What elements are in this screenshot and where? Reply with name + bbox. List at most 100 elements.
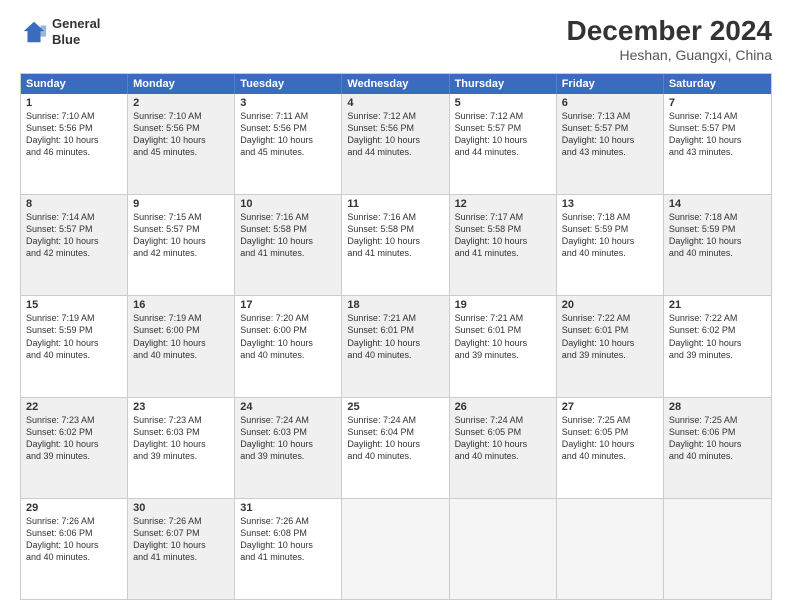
- cell-info: Sunrise: 7:26 AMSunset: 6:06 PMDaylight:…: [26, 515, 122, 564]
- header-day-saturday: Saturday: [664, 74, 771, 94]
- cal-cell-empty: [664, 499, 771, 599]
- cal-cell-13: 13Sunrise: 7:18 AMSunset: 5:59 PMDayligh…: [557, 195, 664, 295]
- cell-info: Sunrise: 7:11 AMSunset: 5:56 PMDaylight:…: [240, 110, 336, 159]
- cell-info: Sunrise: 7:22 AMSunset: 6:01 PMDaylight:…: [562, 312, 658, 361]
- calendar-body: 1Sunrise: 7:10 AMSunset: 5:56 PMDaylight…: [21, 94, 771, 599]
- logo-line2: Blue: [52, 32, 100, 48]
- cell-info: Sunrise: 7:15 AMSunset: 5:57 PMDaylight:…: [133, 211, 229, 260]
- cal-cell-empty: [342, 499, 449, 599]
- day-number: 27: [562, 401, 658, 413]
- logo-text: General Blue: [52, 16, 100, 47]
- calendar-row-4: 29Sunrise: 7:26 AMSunset: 6:06 PMDayligh…: [21, 498, 771, 599]
- cal-cell-15: 15Sunrise: 7:19 AMSunset: 5:59 PMDayligh…: [21, 296, 128, 396]
- cell-info: Sunrise: 7:13 AMSunset: 5:57 PMDaylight:…: [562, 110, 658, 159]
- cell-info: Sunrise: 7:24 AMSunset: 6:03 PMDaylight:…: [240, 414, 336, 463]
- day-number: 21: [669, 299, 766, 311]
- day-number: 22: [26, 401, 122, 413]
- logo: General Blue: [20, 16, 100, 47]
- cell-info: Sunrise: 7:12 AMSunset: 5:57 PMDaylight:…: [455, 110, 551, 159]
- month-title: December 2024: [567, 16, 772, 47]
- day-number: 10: [240, 198, 336, 210]
- day-number: 31: [240, 502, 336, 514]
- cal-cell-11: 11Sunrise: 7:16 AMSunset: 5:58 PMDayligh…: [342, 195, 449, 295]
- cell-info: Sunrise: 7:14 AMSunset: 5:57 PMDaylight:…: [26, 211, 122, 260]
- header-day-tuesday: Tuesday: [235, 74, 342, 94]
- day-number: 2: [133, 97, 229, 109]
- cell-info: Sunrise: 7:16 AMSunset: 5:58 PMDaylight:…: [240, 211, 336, 260]
- cal-cell-8: 8Sunrise: 7:14 AMSunset: 5:57 PMDaylight…: [21, 195, 128, 295]
- cell-info: Sunrise: 7:21 AMSunset: 6:01 PMDaylight:…: [455, 312, 551, 361]
- day-number: 14: [669, 198, 766, 210]
- title-block: December 2024 Heshan, Guangxi, China: [567, 16, 772, 63]
- cell-info: Sunrise: 7:14 AMSunset: 5:57 PMDaylight:…: [669, 110, 766, 159]
- cal-cell-28: 28Sunrise: 7:25 AMSunset: 6:06 PMDayligh…: [664, 398, 771, 498]
- cal-cell-2: 2Sunrise: 7:10 AMSunset: 5:56 PMDaylight…: [128, 94, 235, 194]
- header-day-friday: Friday: [557, 74, 664, 94]
- cell-info: Sunrise: 7:22 AMSunset: 6:02 PMDaylight:…: [669, 312, 766, 361]
- day-number: 28: [669, 401, 766, 413]
- day-number: 7: [669, 97, 766, 109]
- cell-info: Sunrise: 7:25 AMSunset: 6:06 PMDaylight:…: [669, 414, 766, 463]
- cell-info: Sunrise: 7:16 AMSunset: 5:58 PMDaylight:…: [347, 211, 443, 260]
- day-number: 24: [240, 401, 336, 413]
- day-number: 13: [562, 198, 658, 210]
- cal-cell-7: 7Sunrise: 7:14 AMSunset: 5:57 PMDaylight…: [664, 94, 771, 194]
- cal-cell-12: 12Sunrise: 7:17 AMSunset: 5:58 PMDayligh…: [450, 195, 557, 295]
- cal-cell-9: 9Sunrise: 7:15 AMSunset: 5:57 PMDaylight…: [128, 195, 235, 295]
- header: General Blue December 2024 Heshan, Guang…: [20, 16, 772, 63]
- cal-cell-16: 16Sunrise: 7:19 AMSunset: 6:00 PMDayligh…: [128, 296, 235, 396]
- cal-cell-6: 6Sunrise: 7:13 AMSunset: 5:57 PMDaylight…: [557, 94, 664, 194]
- cal-cell-19: 19Sunrise: 7:21 AMSunset: 6:01 PMDayligh…: [450, 296, 557, 396]
- cal-cell-4: 4Sunrise: 7:12 AMSunset: 5:56 PMDaylight…: [342, 94, 449, 194]
- day-number: 4: [347, 97, 443, 109]
- cal-cell-14: 14Sunrise: 7:18 AMSunset: 5:59 PMDayligh…: [664, 195, 771, 295]
- day-number: 26: [455, 401, 551, 413]
- day-number: 29: [26, 502, 122, 514]
- calendar-row-0: 1Sunrise: 7:10 AMSunset: 5:56 PMDaylight…: [21, 94, 771, 194]
- cal-cell-empty: [450, 499, 557, 599]
- page: General Blue December 2024 Heshan, Guang…: [0, 0, 792, 612]
- cal-cell-29: 29Sunrise: 7:26 AMSunset: 6:06 PMDayligh…: [21, 499, 128, 599]
- logo-line1: General: [52, 16, 100, 32]
- cell-info: Sunrise: 7:20 AMSunset: 6:00 PMDaylight:…: [240, 312, 336, 361]
- cell-info: Sunrise: 7:23 AMSunset: 6:02 PMDaylight:…: [26, 414, 122, 463]
- logo-icon: [20, 18, 48, 46]
- day-number: 19: [455, 299, 551, 311]
- cal-cell-27: 27Sunrise: 7:25 AMSunset: 6:05 PMDayligh…: [557, 398, 664, 498]
- cell-info: Sunrise: 7:21 AMSunset: 6:01 PMDaylight:…: [347, 312, 443, 361]
- cal-cell-20: 20Sunrise: 7:22 AMSunset: 6:01 PMDayligh…: [557, 296, 664, 396]
- cell-info: Sunrise: 7:19 AMSunset: 5:59 PMDaylight:…: [26, 312, 122, 361]
- cal-cell-3: 3Sunrise: 7:11 AMSunset: 5:56 PMDaylight…: [235, 94, 342, 194]
- cal-cell-30: 30Sunrise: 7:26 AMSunset: 6:07 PMDayligh…: [128, 499, 235, 599]
- day-number: 23: [133, 401, 229, 413]
- calendar-row-2: 15Sunrise: 7:19 AMSunset: 5:59 PMDayligh…: [21, 295, 771, 396]
- cal-cell-22: 22Sunrise: 7:23 AMSunset: 6:02 PMDayligh…: [21, 398, 128, 498]
- cal-cell-18: 18Sunrise: 7:21 AMSunset: 6:01 PMDayligh…: [342, 296, 449, 396]
- cell-info: Sunrise: 7:12 AMSunset: 5:56 PMDaylight:…: [347, 110, 443, 159]
- cell-info: Sunrise: 7:25 AMSunset: 6:05 PMDaylight:…: [562, 414, 658, 463]
- cell-info: Sunrise: 7:10 AMSunset: 5:56 PMDaylight:…: [133, 110, 229, 159]
- day-number: 8: [26, 198, 122, 210]
- day-number: 20: [562, 299, 658, 311]
- cell-info: Sunrise: 7:17 AMSunset: 5:58 PMDaylight:…: [455, 211, 551, 260]
- cal-cell-23: 23Sunrise: 7:23 AMSunset: 6:03 PMDayligh…: [128, 398, 235, 498]
- day-number: 25: [347, 401, 443, 413]
- day-number: 16: [133, 299, 229, 311]
- cell-info: Sunrise: 7:24 AMSunset: 6:04 PMDaylight:…: [347, 414, 443, 463]
- day-number: 1: [26, 97, 122, 109]
- cal-cell-17: 17Sunrise: 7:20 AMSunset: 6:00 PMDayligh…: [235, 296, 342, 396]
- calendar: SundayMondayTuesdayWednesdayThursdayFrid…: [20, 73, 772, 600]
- cell-info: Sunrise: 7:26 AMSunset: 6:07 PMDaylight:…: [133, 515, 229, 564]
- header-day-thursday: Thursday: [450, 74, 557, 94]
- day-number: 18: [347, 299, 443, 311]
- cal-cell-5: 5Sunrise: 7:12 AMSunset: 5:57 PMDaylight…: [450, 94, 557, 194]
- cal-cell-1: 1Sunrise: 7:10 AMSunset: 5:56 PMDaylight…: [21, 94, 128, 194]
- day-number: 30: [133, 502, 229, 514]
- cal-cell-26: 26Sunrise: 7:24 AMSunset: 6:05 PMDayligh…: [450, 398, 557, 498]
- calendar-header: SundayMondayTuesdayWednesdayThursdayFrid…: [21, 74, 771, 94]
- cal-cell-31: 31Sunrise: 7:26 AMSunset: 6:08 PMDayligh…: [235, 499, 342, 599]
- cell-info: Sunrise: 7:10 AMSunset: 5:56 PMDaylight:…: [26, 110, 122, 159]
- cal-cell-empty: [557, 499, 664, 599]
- day-number: 11: [347, 198, 443, 210]
- cell-info: Sunrise: 7:19 AMSunset: 6:00 PMDaylight:…: [133, 312, 229, 361]
